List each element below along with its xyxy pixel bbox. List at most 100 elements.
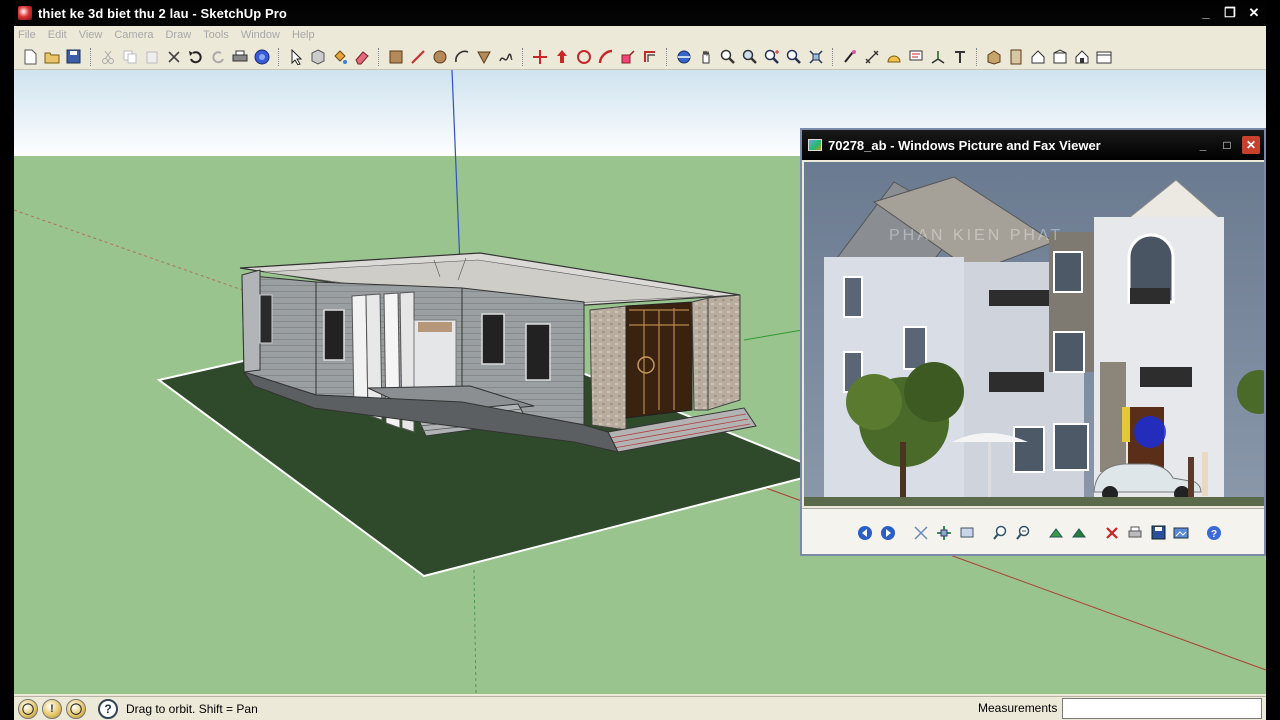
print-icon[interactable] xyxy=(1126,524,1144,542)
erase-icon[interactable] xyxy=(164,47,183,66)
zoom-window-icon[interactable] xyxy=(740,47,759,66)
text-icon[interactable] xyxy=(906,47,925,66)
help-icon[interactable]: ? xyxy=(98,698,118,719)
zoom-out-icon[interactable] xyxy=(1014,524,1032,542)
side-wall-end xyxy=(707,294,741,411)
move-icon[interactable] xyxy=(530,47,549,66)
select-icon[interactable] xyxy=(286,47,305,66)
open-icon[interactable] xyxy=(42,47,61,66)
stone-pillar-left xyxy=(589,305,627,431)
window-right-1 xyxy=(481,313,505,365)
next-image-icon[interactable] xyxy=(879,524,897,542)
picture-viewer-window[interactable]: 70278_ab - Windows Picture and Fax Viewe… xyxy=(800,128,1266,556)
menu-camera[interactable]: Camera xyxy=(114,29,153,41)
make-component-icon[interactable] xyxy=(308,47,327,66)
push-pull-icon[interactable] xyxy=(552,47,571,66)
rotate-counterclockwise-icon[interactable] xyxy=(1070,524,1088,542)
left-wing-side xyxy=(241,269,261,373)
menu-draw[interactable]: Draw xyxy=(165,29,191,41)
viewer-close-button[interactable]: ✕ xyxy=(1242,136,1260,154)
help-icon[interactable]: ? xyxy=(1205,524,1223,542)
measurements-input[interactable] xyxy=(1062,698,1262,719)
paste-icon[interactable] xyxy=(142,47,161,66)
line-icon[interactable] xyxy=(408,47,427,66)
toolbar-separator xyxy=(378,47,386,66)
3d-text-icon[interactable] xyxy=(950,47,969,66)
new-icon[interactable] xyxy=(20,47,39,66)
back-view-icon[interactable] xyxy=(1072,47,1091,66)
pan-icon[interactable] xyxy=(696,47,715,66)
menu-tools[interactable]: Tools xyxy=(203,29,229,41)
menu-edit[interactable]: Edit xyxy=(48,29,67,41)
polygon-icon[interactable] xyxy=(474,47,493,66)
offset-icon[interactable] xyxy=(640,47,659,66)
iso-view-icon[interactable] xyxy=(984,47,1003,66)
rotate-clockwise-icon[interactable] xyxy=(1047,524,1065,542)
cut-icon[interactable] xyxy=(98,47,117,66)
best-fit-icon[interactable] xyxy=(912,524,930,542)
redo-icon[interactable] xyxy=(208,47,227,66)
user-icon[interactable]: ◯ xyxy=(66,698,86,719)
copy-icon[interactable] xyxy=(120,47,139,66)
dimension-icon[interactable] xyxy=(862,47,881,66)
delete-icon[interactable] xyxy=(1103,524,1121,542)
villa-balcony-4 xyxy=(1140,367,1192,387)
geo-location-icon[interactable]: ◯ xyxy=(18,698,38,719)
eraser-icon[interactable] xyxy=(352,47,371,66)
sketchup-app-icon xyxy=(18,6,32,20)
menu-help[interactable]: Help xyxy=(292,29,315,41)
svg-text:?: ? xyxy=(1211,529,1217,540)
left-view-icon[interactable] xyxy=(1094,47,1113,66)
zoom-icon[interactable] xyxy=(718,47,737,66)
freehand-icon[interactable] xyxy=(496,47,515,66)
scale-icon[interactable] xyxy=(618,47,637,66)
rectangle-icon[interactable] xyxy=(386,47,405,66)
protractor-icon[interactable] xyxy=(884,47,903,66)
menu-window[interactable]: Window xyxy=(241,29,280,41)
rotate-icon[interactable] xyxy=(574,47,593,66)
previous-view-icon[interactable] xyxy=(784,47,803,66)
restore-button[interactable]: ❐ xyxy=(1220,4,1240,22)
tape-measure-icon[interactable] xyxy=(840,47,859,66)
save-icon[interactable] xyxy=(64,47,83,66)
actual-size-icon[interactable] xyxy=(935,524,953,542)
circle-icon[interactable] xyxy=(430,47,449,66)
model-info-icon[interactable] xyxy=(252,47,271,66)
cursor-highlight xyxy=(1134,416,1166,448)
front-view-icon[interactable] xyxy=(1028,47,1047,66)
print-icon[interactable] xyxy=(230,47,249,66)
top-view-icon[interactable] xyxy=(1006,47,1025,66)
viewer-toolbar: ? xyxy=(802,508,1264,554)
follow-me-icon[interactable] xyxy=(596,47,615,66)
window-left xyxy=(259,294,273,344)
menu-file[interactable]: File xyxy=(18,29,36,41)
paint-bucket-icon[interactable] xyxy=(330,47,349,66)
status-bar: ◯ ! ◯ ? Drag to orbit. Shift = Pan Measu… xyxy=(14,696,1266,720)
right-view-icon[interactable] xyxy=(1050,47,1069,66)
orbit-icon[interactable] xyxy=(674,47,693,66)
edit-icon[interactable] xyxy=(1172,524,1190,542)
toolbar-separator xyxy=(278,47,286,66)
previous-image-icon[interactable] xyxy=(856,524,874,542)
viewer-minimize-button[interactable]: _ xyxy=(1194,136,1212,154)
villa-render-image: PHAN KIEN PHAT xyxy=(804,162,1264,506)
window-right-2 xyxy=(525,323,551,381)
arc-icon[interactable] xyxy=(452,47,471,66)
villa-balcony-2 xyxy=(989,372,1044,392)
viewer-maximize-button[interactable]: □ xyxy=(1218,136,1236,154)
zoom-in-icon[interactable] xyxy=(991,524,1009,542)
undo-icon[interactable] xyxy=(186,47,205,66)
menu-bar: File Edit View Camera Draw Tools Window … xyxy=(14,26,1266,44)
close-button[interactable]: ✕ xyxy=(1244,4,1264,22)
viewer-app-icon xyxy=(808,139,822,151)
credits-icon[interactable]: ! xyxy=(42,698,62,719)
minimize-button[interactable]: _ xyxy=(1196,4,1216,22)
zoom-extents-icon[interactable] xyxy=(762,47,781,66)
axes-icon[interactable] xyxy=(928,47,947,66)
menu-view[interactable]: View xyxy=(79,29,103,41)
save-icon[interactable] xyxy=(1149,524,1167,542)
next-view-icon[interactable] xyxy=(806,47,825,66)
toolbar-separator xyxy=(832,47,840,66)
slideshow-icon[interactable] xyxy=(958,524,976,542)
title-bar: thiet ke 3d biet thu 2 lau - SketchUp Pr… xyxy=(14,0,1266,26)
